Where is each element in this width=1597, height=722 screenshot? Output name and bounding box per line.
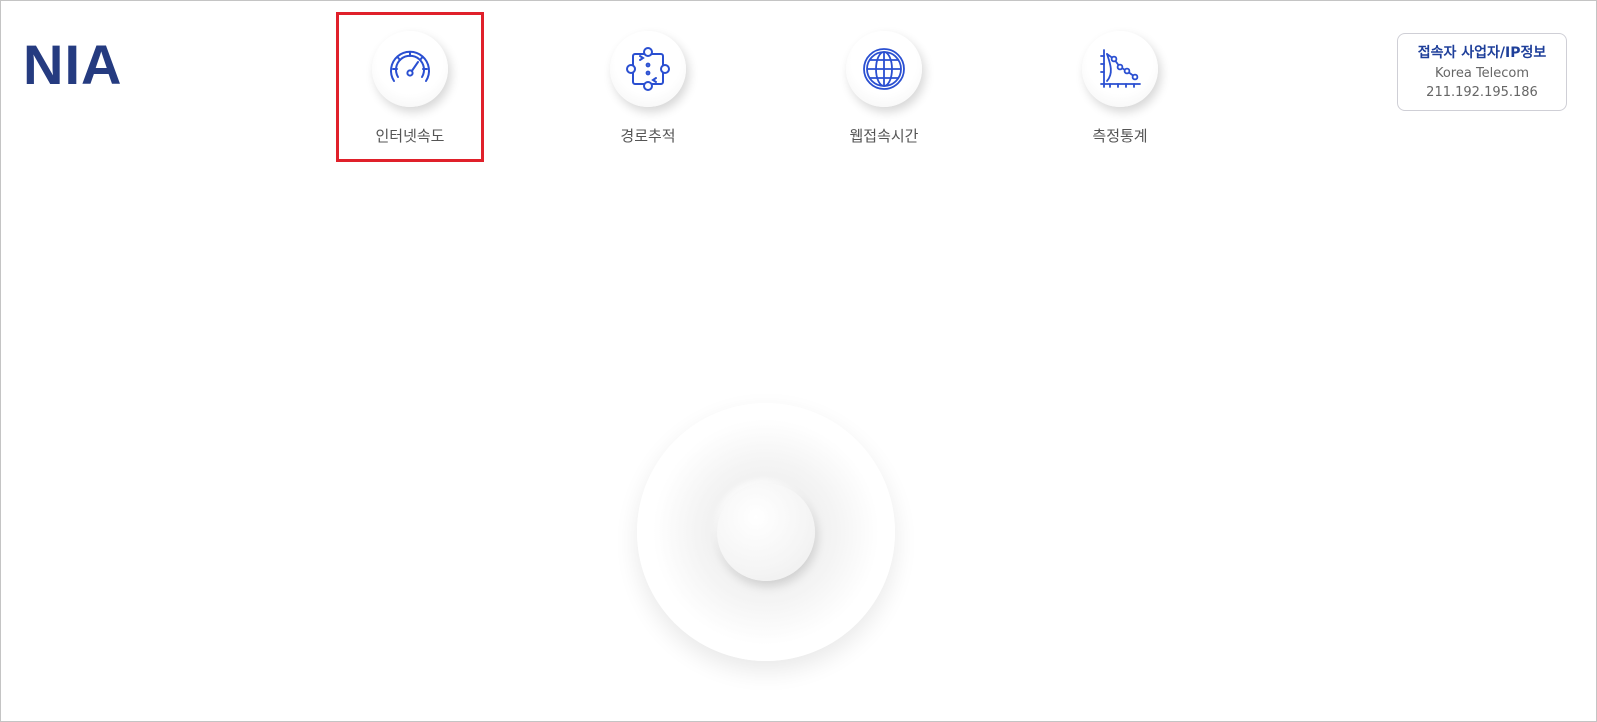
connection-info-box: 접속자 사업자/IP정보 Korea Telecom 211.192.195.1… [1397,33,1567,111]
speed-test-start-button[interactable] [717,483,815,581]
nia-logo[interactable]: NIA [23,37,122,93]
ip-address: 211.192.195.186 [1426,85,1538,100]
nav-item-statistics[interactable]: 측정통계 [1047,13,1193,161]
nav-item-route-trace[interactable]: 경로추적 [575,13,721,161]
nav-circle-web-access-time [846,31,922,107]
nav-label-internet-speed: 인터넷속도 [375,127,445,145]
globe-icon [863,48,905,90]
nav-label-statistics: 측정통계 [1092,127,1148,145]
isp-name: Korea Telecom [1434,66,1530,81]
connection-info-title: 접속자 사업자/IP정보 [1417,45,1547,61]
statistics-chart-icon [1100,49,1141,88]
speedometer-icon [390,50,430,82]
page-frame: NIA 인터넷속도 경로추적 웹접속시간 측정통계 접속자 사업자/IP정보 K… [0,0,1597,722]
nav-circle-statistics [1082,31,1158,107]
route-trace-icon [626,47,670,91]
nav-item-web-access-time[interactable]: 웹접속시간 [811,13,957,161]
speed-test-dial [637,403,895,661]
nav-label-route-trace: 경로추적 [620,127,676,145]
nav-label-web-access-time: 웹접속시간 [849,127,919,145]
nav-circle-internet-speed [372,31,448,107]
nav-item-internet-speed[interactable]: 인터넷속도 [336,12,484,162]
nav-circle-route-trace [610,31,686,107]
